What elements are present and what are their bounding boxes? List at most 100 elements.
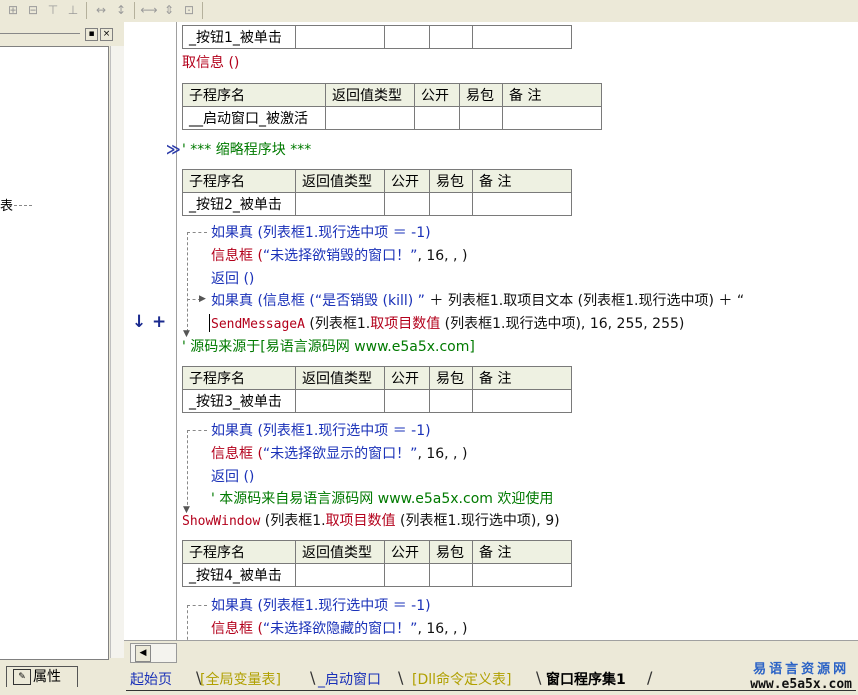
design-toolbar: ⊞ ⊟ ⊤ ⊥ ↔ ↕ ⟷ ⇕ ⊡ [0,0,858,23]
comment-line[interactable]: ' 本源码来自易语言源码网 www.e5a5x.com 欢迎使用 [211,489,553,509]
vspace-icon[interactable]: ↕ [112,2,130,18]
header-remark: 备 注 [472,540,572,564]
header-remark: 备 注 [472,366,572,390]
code-line[interactable]: SendMessageA (列表框1.取项目数值 (列表框1.现行选中项), 1… [211,314,684,334]
tab-label: 起始页 [130,672,172,688]
header-return-type: 返回值类型 [295,366,385,390]
comment-line[interactable]: ' 源码来源于[易语言源码网 www.e5a5x.com] [182,337,475,357]
site-watermark: 易语言资源网 www.e5a5x.com [750,658,852,692]
sub-name-cell[interactable]: __启动窗口_被激活 [182,106,326,130]
api-call: SendMessageA [211,317,305,332]
tab-start-page[interactable]: 起始页 [130,668,172,692]
code-line[interactable]: 取信息 () [182,53,239,73]
tab-global-variables[interactable]: [全局变量表] [200,668,281,692]
sub-name-cell[interactable]: _按钮3_被单击 [182,389,296,413]
code-line[interactable]: 如果真 (列表框1.现行选中项 ＝ -1) [211,421,431,441]
project-tree[interactable] [0,46,109,660]
sub-table-button4: 子程序名 返回值类型 公开 易包备 注 _按钮4_被单击 [182,540,572,587]
tab-label: [Dll命令定义表] [412,672,512,688]
code-line[interactable]: ShowWindow (列表框1.取项目数值 (列表框1.现行选中项), 9) [182,511,560,531]
same-width-icon[interactable]: ⟷ [140,2,158,18]
header-public: 公开 [384,366,430,390]
code-line[interactable]: 返回 () [211,269,254,289]
code-line[interactable]: 信息框 (“未选择欲显示的窗口！”, 16, , ) [211,444,467,464]
align-middle-icon[interactable]: ⊥ [64,2,82,18]
method-call: 取项目数值 [370,316,441,332]
same-size-icon[interactable]: ⊡ [180,2,198,18]
header-sub-name: 子程序名 [182,366,296,390]
scroll-left-icon[interactable]: ◀ [135,645,151,662]
plus-icon[interactable]: + [152,312,166,332]
tab-window-assembly[interactable]: 窗口程序集1 [546,668,626,692]
string-literal: “未选择欲显示的窗口！” [262,446,418,462]
code-line[interactable]: 如果真 (列表框1.现行选中项 ＝ -1) [211,223,431,243]
header-public: 公开 [384,169,430,193]
flow-line [187,430,207,431]
tab-dll-commands[interactable]: [Dll命令定义表] [412,668,511,692]
args: , 16, , ) [417,248,468,264]
align-top-icon[interactable]: ⊤ [44,2,62,18]
args: (列表框1.现行选中项), 16, 255, 255) [440,316,685,332]
header-remark: 备 注 [502,83,602,107]
header-return-type: 返回值类型 [295,540,385,564]
api-call: ShowWindow [182,514,261,529]
args: (列表框1.现行选中项), 9) [395,513,560,529]
tab-label: 窗口程序集1 [546,672,626,688]
same-height-icon[interactable]: ⇕ [160,2,178,18]
args: , 16, , ) [417,621,468,637]
sub-name-cell[interactable]: _按钮4_被单击 [182,563,296,587]
header-sub-name: 子程序名 [182,169,296,193]
horizontal-scrollbar[interactable]: ◀ [130,643,177,663]
method-call: 取项目数值 [325,513,396,529]
flow-line [187,430,188,510]
collapse-marker-icon[interactable]: ≫ [166,140,181,160]
flow-line [187,232,207,233]
text-cursor [209,314,210,332]
panel-title-rule [0,33,80,34]
msgbox-call: 信息框 ( [211,621,263,637]
close-icon[interactable]: × [100,28,113,41]
flow-line [187,232,188,332]
code-line[interactable]: 如果真 (列表框1.现行选中项 ＝ -1) [211,596,431,616]
sub-name-cell[interactable]: _按钮2_被单击 [182,192,296,216]
pin-button[interactable]: ▪ [85,28,98,41]
if-true-statement: 如果真 (列表框1.现行选中项 ＝ -1) [211,225,431,241]
toolbar-separator [134,2,135,19]
toolbar-separator [202,2,203,19]
align-center-icon[interactable]: ⊟ [24,2,42,18]
string-literal: “未选择欲销毁的窗口！” [262,248,418,264]
tab-divider: / [647,668,653,687]
tab-divider: \ [398,668,404,687]
header-return-type: 返回值类型 [325,83,415,107]
hspace-icon[interactable]: ↔ [92,2,110,18]
watermark-url: www.e5a5x.com [750,677,852,692]
sub-name-cell[interactable]: _按钮1_被单击 [182,25,296,49]
header-easy-pack: 易包 [459,83,503,107]
collapsed-block[interactable]: ' *** 缩略程序块 *** [182,140,311,160]
header-return-type: 返回值类型 [295,169,385,193]
msgbox-call: 信息框 ( [211,446,263,462]
properties-tab-label: 属性 [33,669,61,685]
string-literal: “未选择欲隐藏的窗口！” [262,621,418,637]
editor-bottom-border [124,640,858,641]
header-easy-pack: 易包 [429,366,473,390]
header-public: 公开 [384,540,430,564]
align-left-icon[interactable]: ⊞ [4,2,22,18]
code-line[interactable]: 信息框 (“未选择欲销毁的窗口！”, 16, , ) [211,246,467,266]
code-line[interactable]: 返回 () [211,467,254,487]
code-line[interactable]: 如果真 (信息框 (“是否销毁 (kill) ” ＋ 列表框1.取项目文本 (列… [211,291,744,311]
tab-label: _启动窗口 [318,672,381,688]
tab-startup-window[interactable]: _启动窗口 [318,668,381,692]
code-editor[interactable]: ↓ + _按钮1_被单击 取信息 () 子程序名 返回值类型 公开 易包备 注 __启… [124,22,858,640]
toolbar-separator [86,2,87,19]
header-sub-name: 子程序名 [182,540,296,564]
properties-tab[interactable]: ✎ 属性 [6,666,78,687]
sub-table-startup: 子程序名 返回值类型 公开 易包备 注 __启动窗口_被激活 [182,83,602,130]
tab-label: [全局变量表] [200,672,281,688]
panel-scrollbar[interactable] [110,46,124,658]
flow-line [187,605,188,640]
header-remark: 备 注 [472,169,572,193]
header-sub-name: 子程序名 [182,83,326,107]
code-line[interactable]: 信息框 (“未选择欲隐藏的窗口！”, 16, , ) [211,619,467,639]
properties-icon: ✎ [13,669,31,685]
